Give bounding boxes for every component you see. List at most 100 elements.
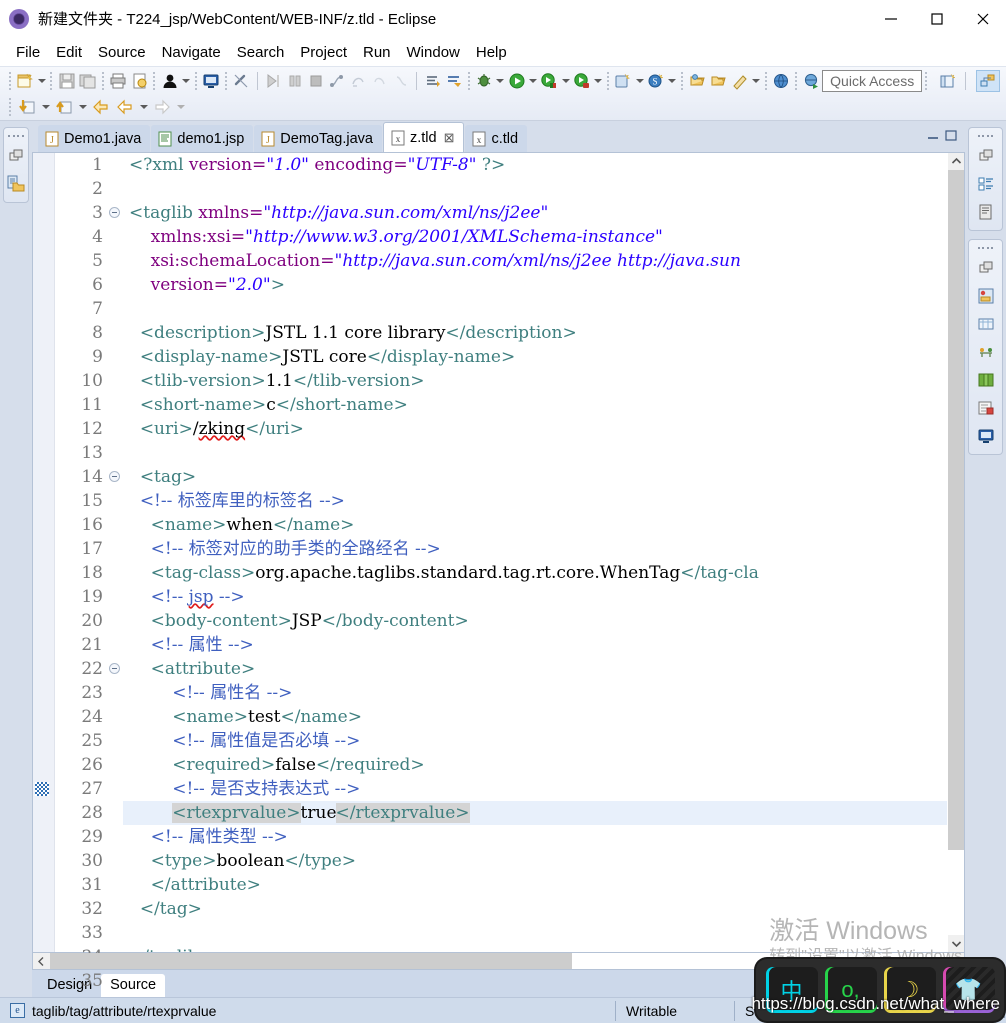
restore-icon[interactable] [974,144,998,168]
menu-help[interactable]: Help [468,41,515,64]
outline-icon[interactable] [974,172,998,196]
editor-tab-demo1-jsp[interactable]: demo1.jsp [151,125,254,152]
editor-tab-demotag-java[interactable]: J DemoTag.java [254,125,382,152]
editor-vertical-scrollbar[interactable] [947,153,964,952]
print-icon[interactable] [109,70,128,92]
fold-toggle-line-22[interactable] [109,663,120,674]
restore-icon[interactable] [4,144,28,168]
rail-grip[interactable] [977,132,994,139]
ime-language-key[interactable]: 中 [765,967,818,1013]
pause-icon[interactable] [285,70,304,92]
next-annotation-icon[interactable] [423,70,442,92]
vertical-scroll-track[interactable] [948,170,964,935]
new-project-dropdown-icon[interactable] [634,70,645,92]
data-source-explorer-icon[interactable] [974,368,998,392]
drop-to-frame-icon[interactable] [391,70,410,92]
new-java-project-icon[interactable] [614,70,633,92]
maximize-button[interactable] [914,0,960,38]
run-on-server-icon[interactable] [802,70,821,92]
console-icon[interactable] [974,424,998,448]
palette-icon[interactable] [974,312,998,336]
close-icon[interactable]: ⊠ [444,130,455,146]
project-explorer-icon[interactable] [4,172,28,196]
step-into-icon[interactable] [327,70,346,92]
markers-icon[interactable] [974,396,998,420]
editor-tab-z-tld[interactable]: x z.tld ⊠ [382,122,465,152]
source-editor[interactable]: 1 2 3 4 5 6 7 8 9 10 11 12 13 14 15 16 1 [32,152,965,991]
back-icon[interactable] [90,96,112,118]
save-icon[interactable] [57,70,76,92]
maximize-editor-icon[interactable] [943,129,959,148]
new-servlet-icon[interactable]: S [646,70,665,92]
java-ee-perspective-icon[interactable] [976,70,1001,92]
step-over-icon[interactable] [349,70,368,92]
snippets-icon[interactable] [974,284,998,308]
quick-access-input[interactable]: Quick Access [822,70,923,92]
menu-source[interactable]: Source [90,41,154,64]
properties-icon[interactable] [974,200,998,224]
menu-window[interactable]: Window [399,41,468,64]
forward-icon[interactable] [151,96,173,118]
import-icon[interactable] [53,96,75,118]
editor-tab-c-tld[interactable]: x c.tld [465,125,528,152]
previous-annotation-icon[interactable] [444,70,463,92]
terminate-icon[interactable] [306,70,325,92]
menu-navigate[interactable]: Navigate [154,41,229,64]
run-icon[interactable] [507,70,526,92]
open-resource-icon[interactable] [709,70,728,92]
ime-moon-key[interactable]: ☽ [883,967,936,1013]
forward-history-icon[interactable] [114,96,136,118]
open-type-icon[interactable] [688,70,707,92]
menu-run[interactable]: Run [355,41,399,64]
save-all-icon[interactable] [79,70,98,92]
minimize-button[interactable] [868,0,914,38]
web-browser-icon[interactable] [772,70,791,92]
close-button[interactable] [960,0,1006,38]
link-with-editor-icon[interactable] [232,70,251,92]
search-dropdown-icon[interactable] [751,70,762,92]
horizontal-scroll-thumb[interactable] [50,953,572,969]
ime-punctuation-key[interactable]: o, [824,967,877,1013]
debug-icon[interactable] [475,70,494,92]
menu-edit[interactable]: Edit [48,41,90,64]
rail-grip[interactable] [977,244,994,251]
fold-toggle-line-14[interactable] [109,471,120,482]
run-last-tool-icon[interactable] [264,70,283,92]
editor-tab-demo1-java[interactable]: J Demo1.java [38,125,151,152]
open-perspective-icon[interactable] [936,70,960,92]
fold-toggle-line-3[interactable] [109,207,120,218]
search-icon[interactable] [730,70,749,92]
restore-icon[interactable] [974,256,998,280]
step-return-icon[interactable] [370,70,389,92]
ime-skin-key[interactable]: 👕 [942,967,995,1013]
console-icon[interactable] [202,70,221,92]
vertical-scroll-thumb[interactable] [948,170,964,850]
code-text[interactable]: <?xml version="1.0" encoding="UTF-8" ?> … [123,153,947,952]
scroll-down-icon[interactable] [948,935,964,952]
run-as-server-dropdown-icon[interactable] [593,70,604,92]
forward-dropdown-icon[interactable] [174,96,187,118]
new-servlet-dropdown-icon[interactable] [667,70,678,92]
menu-file[interactable]: File [8,41,48,64]
menu-search[interactable]: Search [229,41,293,64]
run-external-tools-icon[interactable] [540,70,559,92]
minimize-editor-icon[interactable] [925,129,941,148]
export-dropdown-icon[interactable] [39,96,52,118]
debug-dropdown-icon[interactable] [495,70,506,92]
rail-grip[interactable] [8,132,24,139]
menu-project[interactable]: Project [292,41,355,64]
import-dropdown-icon[interactable] [76,96,89,118]
scroll-left-icon[interactable] [33,953,50,969]
person-dropdown-icon[interactable] [180,70,191,92]
ime-floating-bar[interactable]: 中 o, ☽ 👕 [756,959,1004,1021]
new-wizard-dropdown-icon[interactable] [36,70,47,92]
person-icon[interactable] [160,70,179,92]
folding-ruler[interactable] [107,153,123,952]
new-wizard-icon[interactable] [16,70,35,92]
tab-source[interactable]: Source [101,974,166,997]
export-icon[interactable] [16,96,38,118]
marker-ruler[interactable] [33,153,55,952]
scroll-up-icon[interactable] [948,153,964,170]
run-as-server-icon[interactable] [572,70,591,92]
print-preview-icon[interactable] [130,70,149,92]
